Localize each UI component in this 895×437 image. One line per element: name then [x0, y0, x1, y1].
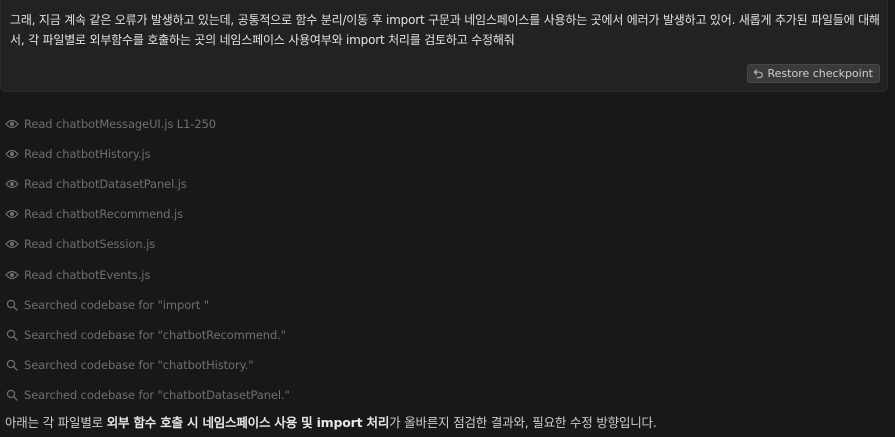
step-label: Read chatbotEvents.js [24, 267, 151, 282]
step-label: Read chatbotMessageUI.js L1-250 [24, 117, 216, 132]
step-label: Read chatbotSession.js [24, 237, 156, 252]
summary-prefix: 아래는 각 파일별로 [5, 415, 107, 430]
user-message-bubble[interactable]: 그래, 지금 계속 같은 오류가 발생하고 있는데, 공통적으로 함수 분리/이… [0, 0, 888, 92]
restore-checkpoint-button[interactable]: Restore checkpoint [746, 64, 880, 83]
undo-icon [753, 68, 764, 79]
eye-icon [4, 207, 19, 221]
restore-checkpoint-label: Restore checkpoint [767, 66, 874, 80]
step-read-chatbotdatasetpanel[interactable]: Read chatbotDatasetPanel.js [4, 169, 290, 199]
summary-bold: 외부 함수 호출 시 네임스페이스 사용 및 import 처리 [106, 415, 390, 430]
search-icon [4, 358, 19, 372]
eye-icon [4, 147, 19, 161]
step-search-chatbotrecommend[interactable]: Searched codebase for "chatbotRecommend.… [4, 320, 290, 350]
step-search-chatbotdatasetpanel[interactable]: Searched codebase for "chatbotDatasetPan… [4, 380, 290, 410]
eye-icon [4, 177, 19, 191]
eye-icon [4, 117, 19, 131]
step-label: Searched codebase for "chatbotDatasetPan… [24, 387, 290, 402]
step-search-chatbothistory[interactable]: Searched codebase for "chatbotHistory." [4, 350, 290, 380]
chat-panel: 그래, 지금 계속 같은 오류가 발생하고 있는데, 공통적으로 함수 분리/이… [0, 0, 895, 437]
step-search-import[interactable]: Searched codebase for "import " [4, 290, 290, 320]
eye-icon [4, 237, 19, 251]
step-read-chatbotevents[interactable]: Read chatbotEvents.js [4, 259, 290, 289]
search-icon [4, 388, 19, 402]
step-label: Searched codebase for "chatbotHistory." [24, 357, 254, 372]
user-message-text: 그래, 지금 계속 같은 오류가 발생하고 있는데, 공통적으로 함수 분리/이… [10, 13, 880, 47]
step-label: Read chatbotRecommend.js [24, 207, 183, 222]
step-read-chatbotmessageui[interactable]: Read chatbotMessageUI.js L1-250 [4, 109, 290, 139]
summary-suffix: 가 올바른지 점검한 결과와, 필요한 수정 방향입니다. [389, 415, 657, 430]
step-label: Read chatbotDatasetPanel.js [24, 177, 187, 192]
step-label: Searched codebase for "chatbotRecommend.… [24, 327, 286, 342]
search-icon [4, 298, 19, 312]
step-read-chatbotrecommend[interactable]: Read chatbotRecommend.js [4, 199, 290, 229]
step-label: Read chatbotHistory.js [24, 147, 151, 162]
step-label: Searched codebase for "import " [24, 297, 209, 312]
assistant-summary-text: 아래는 각 파일별로 외부 함수 호출 시 네임스페이스 사용 및 import… [5, 412, 657, 431]
eye-icon [4, 268, 19, 282]
step-read-chatbothistory[interactable]: Read chatbotHistory.js [4, 139, 290, 169]
search-icon [4, 328, 19, 342]
tool-steps-list: Read chatbotMessageUI.js L1-250 Read cha… [4, 109, 290, 410]
step-read-chatbotsession[interactable]: Read chatbotSession.js [4, 229, 290, 259]
